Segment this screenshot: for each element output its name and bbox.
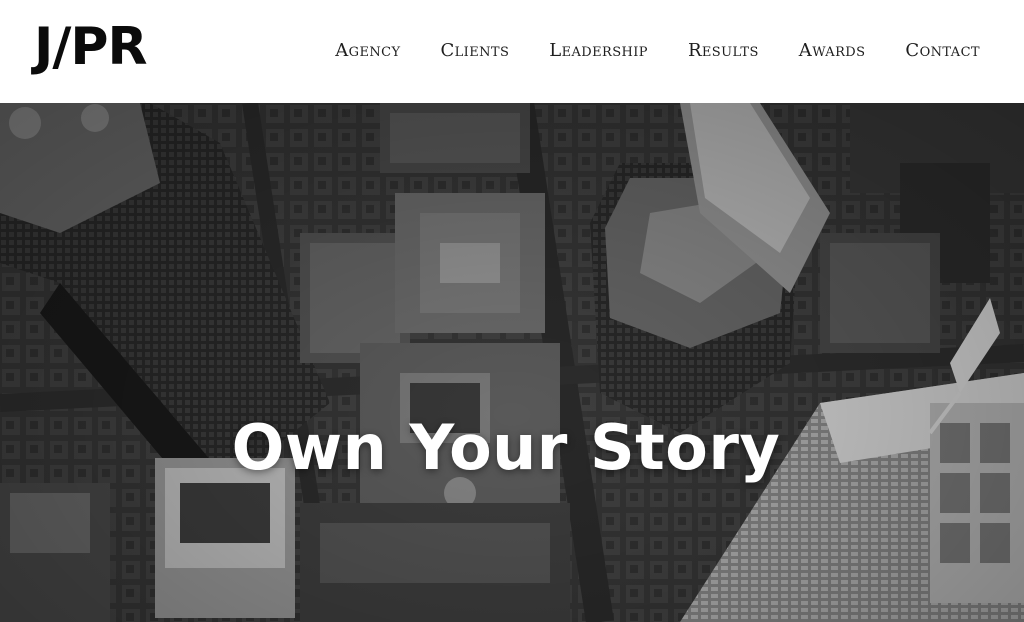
nav-link-clients[interactable]: Clients: [440, 38, 509, 64]
nav-link-agency[interactable]: Agency: [335, 38, 400, 64]
hero-section: Own Your Story: [0, 103, 1024, 622]
site-header: J/PR Agency Clients Leadership Results A…: [0, 0, 1024, 103]
nav-link-leadership[interactable]: Leadership: [549, 38, 648, 64]
site-logo[interactable]: J/PR: [34, 20, 147, 74]
main-nav: Agency Clients Leadership Results Awards…: [295, 38, 980, 64]
nav-link-awards[interactable]: Awards: [799, 38, 866, 64]
hero-title: Own Your Story: [231, 411, 781, 484]
nav-link-results[interactable]: Results: [688, 38, 759, 64]
hero-overlay: [0, 103, 1024, 622]
nav-link-contact[interactable]: Contact: [905, 38, 980, 64]
